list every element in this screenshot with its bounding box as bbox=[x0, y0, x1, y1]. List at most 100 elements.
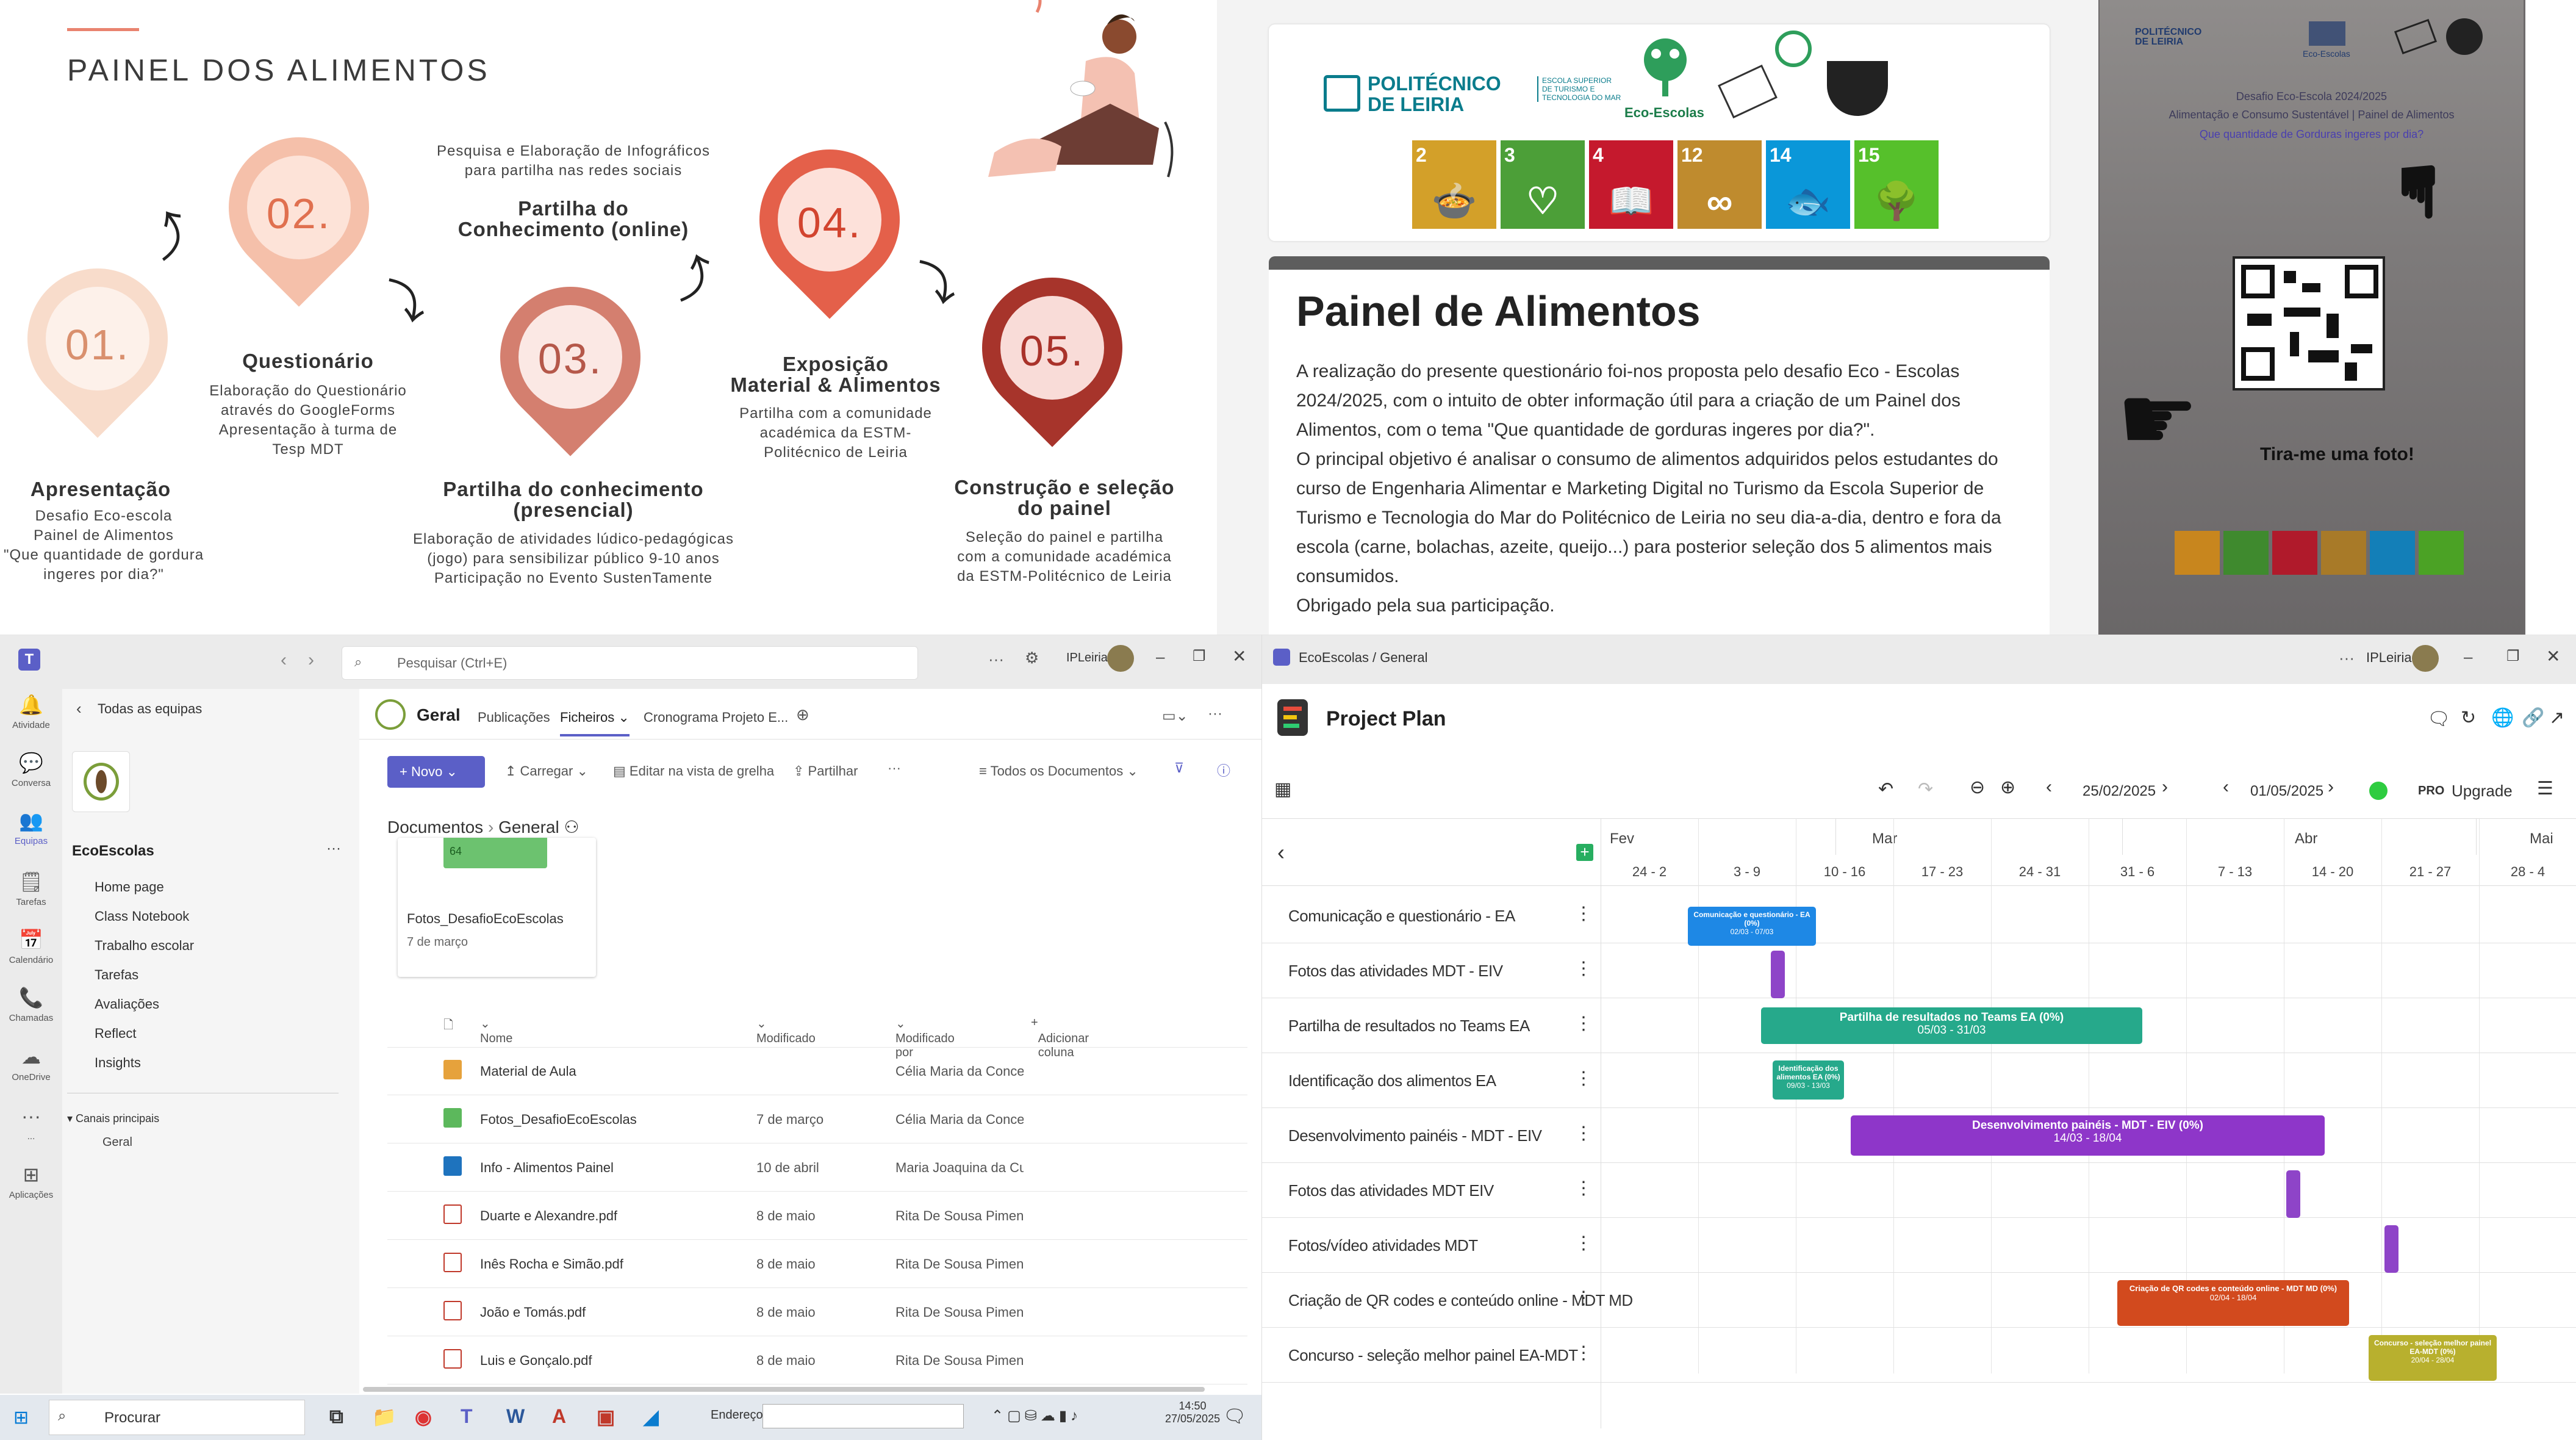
task-menu-icon[interactable]: ⋮ bbox=[1574, 1233, 1593, 1254]
settings-icon[interactable]: ⚙ bbox=[1025, 649, 1039, 668]
task-menu-icon[interactable]: ⋮ bbox=[1574, 1013, 1593, 1034]
file-row[interactable]: Duarte e Alexandre.pdf 8 de maio Rita De… bbox=[387, 1192, 1247, 1240]
task-view-icon[interactable]: ⧉ bbox=[329, 1405, 343, 1428]
link-icon[interactable]: 🔗 bbox=[2522, 707, 2544, 729]
file-row[interactable]: Info - Alimentos Painel 10 de abril Mari… bbox=[387, 1144, 1247, 1192]
globe-icon[interactable]: 🌐 bbox=[2491, 707, 2514, 729]
chevron-right-icon[interactable]: › bbox=[2328, 777, 2334, 797]
gantt-row[interactable]: Identificação dos alimentos EA ⋮ bbox=[1262, 1053, 2576, 1108]
task-bar[interactable] bbox=[1771, 951, 1785, 998]
gantt-row[interactable]: Fotos/vídeo atividades MDT ⋮ bbox=[1262, 1218, 2576, 1273]
task-bar[interactable]: Comunicação e questionário - EA (0%) 02/… bbox=[1688, 907, 1816, 946]
minimize-icon[interactable]: – bbox=[2464, 647, 2472, 666]
hamburger-menu-icon[interactable]: ☰ bbox=[2537, 778, 2553, 799]
chevron-right-icon[interactable]: › bbox=[2162, 777, 2168, 797]
search-input[interactable]: ⌕ Pesquisar (Ctrl+E) bbox=[342, 646, 918, 680]
col-modified-by[interactable]: Modificado por ⌄ bbox=[895, 1016, 955, 1059]
add-tab-icon[interactable]: ⊕ bbox=[796, 705, 809, 724]
team-nav-0[interactable]: Home page bbox=[95, 879, 164, 895]
channels-header[interactable]: ▾ Canais principais bbox=[67, 1112, 159, 1125]
notifications-icon[interactable]: 🗨 bbox=[1223, 1406, 1246, 1427]
back-arrow-icon[interactable]: ‹ bbox=[281, 650, 287, 671]
breadcrumb-general[interactable]: General bbox=[498, 818, 559, 837]
acrobat-icon[interactable]: A bbox=[552, 1405, 566, 1428]
refresh-icon[interactable]: ↻ bbox=[2461, 707, 2476, 729]
filter-icon[interactable]: ⊽ bbox=[1174, 760, 1184, 776]
chevron-left-icon[interactable]: ‹ bbox=[2046, 777, 2052, 797]
taskbar-search[interactable]: ⌕ Procurar bbox=[49, 1400, 305, 1435]
date-to[interactable]: 01/05/2025 bbox=[2250, 783, 2323, 800]
task-menu-icon[interactable]: ⋮ bbox=[1574, 958, 1593, 979]
horizontal-scrollbar[interactable] bbox=[363, 1387, 1205, 1392]
team-nav-6[interactable]: Insights bbox=[95, 1055, 141, 1071]
rail-phone[interactable]: 📞 Chamadas bbox=[0, 986, 62, 1023]
view-selector[interactable]: ≡ Todos os Documentos ⌄ bbox=[979, 763, 1138, 779]
grid-edit-button[interactable]: ▤ Editar na vista de grelha bbox=[613, 763, 774, 779]
task-menu-icon[interactable]: ⋮ bbox=[1574, 903, 1593, 924]
system-tray-icons[interactable]: ⌃▢⛁☁▮♪ bbox=[991, 1407, 1082, 1425]
task-label[interactable]: Partilha de resultados no Teams EA bbox=[1288, 1017, 1530, 1035]
more-icon[interactable]: ··· bbox=[2339, 649, 2355, 668]
address-input[interactable] bbox=[762, 1404, 964, 1428]
more-icon[interactable]: ··· bbox=[1208, 705, 1222, 722]
file-row[interactable]: Inês Rocha e Simão.pdf 8 de maio Rita De… bbox=[387, 1240, 1247, 1288]
rail-more[interactable]: ···... bbox=[0, 1105, 62, 1142]
upgrade-button[interactable]: Upgrade bbox=[2452, 782, 2513, 801]
task-label[interactable]: Fotos das atividades MDT - EIV bbox=[1288, 962, 1503, 981]
col-name[interactable]: Nome ⌄ bbox=[480, 1016, 512, 1045]
rail-bell[interactable]: 🔔 Atividade bbox=[0, 693, 62, 730]
zoom-out-icon[interactable]: ⊖ bbox=[1970, 777, 1985, 798]
tab-posts[interactable]: Publicações bbox=[478, 710, 550, 725]
collapse-left-icon[interactable]: ‹ bbox=[1277, 840, 1285, 865]
task-menu-icon[interactable]: ⋮ bbox=[1574, 1287, 1593, 1309]
grid-menu-icon[interactable]: ▦ bbox=[1274, 779, 1291, 800]
undo-icon[interactable]: ↶ bbox=[1878, 779, 1893, 800]
tab-files[interactable]: Ficheiros ⌄ bbox=[560, 710, 630, 736]
share-button[interactable]: ⇪ Partilhar bbox=[793, 763, 858, 779]
file-row[interactable]: João e Tomás.pdf 8 de maio Rita De Sousa… bbox=[387, 1289, 1247, 1336]
gantt-row[interactable]: Fotos das atividades MDT - EIV ⋮ bbox=[1262, 943, 2576, 998]
rail-tasks[interactable]: 🗒 Tarefas bbox=[0, 870, 62, 907]
more-icon[interactable]: ··· bbox=[888, 760, 901, 776]
task-menu-icon[interactable]: ⋮ bbox=[1574, 1068, 1593, 1089]
word-icon[interactable]: W bbox=[506, 1405, 525, 1428]
rail-calendar[interactable]: 📅 Calendário bbox=[0, 928, 62, 965]
team-nav-4[interactable]: Avaliações bbox=[95, 996, 159, 1012]
date-from[interactable]: 25/02/2025 bbox=[2083, 783, 2156, 800]
tab-schedule[interactable]: Cronograma Projeto E... bbox=[644, 710, 788, 725]
file-name[interactable]: Info - Alimentos Painel bbox=[480, 1160, 614, 1176]
task-bar[interactable]: Desenvolvimento painéis - MDT - EIV (0%)… bbox=[1851, 1115, 2325, 1156]
task-menu-icon[interactable]: ⋮ bbox=[1574, 1342, 1593, 1364]
chat-icon[interactable]: 🗨 bbox=[2427, 708, 2450, 730]
more-icon[interactable]: ··· bbox=[326, 840, 341, 857]
redo-icon[interactable]: ↷ bbox=[1918, 779, 1933, 800]
task-bar[interactable] bbox=[2286, 1170, 2300, 1218]
upload-button[interactable]: ↥ Carregar ⌄ bbox=[505, 763, 588, 779]
restore-icon[interactable]: ❐ bbox=[2506, 647, 2520, 665]
add-column[interactable]: + Adicionar coluna bbox=[1031, 1016, 1089, 1059]
zoom-in-icon[interactable]: ⊕ bbox=[2000, 777, 2015, 798]
folder-card[interactable]: 64 Fotos_DesafioEcoEscolas 7 de março bbox=[398, 838, 596, 977]
external-link-icon[interactable]: ↗ bbox=[2549, 707, 2564, 729]
team-nav-1[interactable]: Class Notebook bbox=[95, 909, 189, 924]
file-row[interactable]: Fotos_DesafioEcoEscolas 7 de março Célia… bbox=[387, 1096, 1247, 1143]
task-label[interactable]: Concurso - seleção melhor painel EA-MDT bbox=[1288, 1346, 1578, 1365]
file-name[interactable]: Duarte e Alexandre.pdf bbox=[480, 1208, 617, 1224]
task-bar[interactable]: Criação de QR codes e conteúdo online - … bbox=[2117, 1280, 2349, 1326]
file-name[interactable]: João e Tomás.pdf bbox=[480, 1305, 586, 1320]
team-nav-3[interactable]: Tarefas bbox=[95, 967, 138, 983]
gantt-row[interactable]: Criação de QR codes e conteúdo online - … bbox=[1262, 1273, 2576, 1328]
video-icon[interactable]: ▭⌄ bbox=[1162, 707, 1188, 725]
rail-chat[interactable]: 💬 Conversa bbox=[0, 751, 62, 788]
close-icon[interactable]: ✕ bbox=[1232, 646, 1246, 666]
task-label[interactable]: Fotos das atividades MDT EIV bbox=[1288, 1181, 1494, 1200]
task-menu-icon[interactable]: ⋮ bbox=[1574, 1123, 1593, 1144]
task-label[interactable]: Comunicação e questionário - EA bbox=[1288, 907, 1515, 926]
file-name[interactable]: Material de Aula bbox=[480, 1064, 576, 1079]
task-label[interactable]: Identificação dos alimentos EA bbox=[1288, 1071, 1496, 1090]
back-arrow-icon[interactable]: ‹ bbox=[76, 699, 82, 718]
gantt-row[interactable]: Comunicação e questionário - EA ⋮ bbox=[1262, 888, 2576, 943]
all-teams-link[interactable]: Todas as equipas bbox=[98, 701, 202, 717]
task-label[interactable]: Desenvolvimento painéis - MDT - EIV bbox=[1288, 1126, 1542, 1145]
rail-teams[interactable]: 👥 Equipas bbox=[0, 809, 62, 846]
